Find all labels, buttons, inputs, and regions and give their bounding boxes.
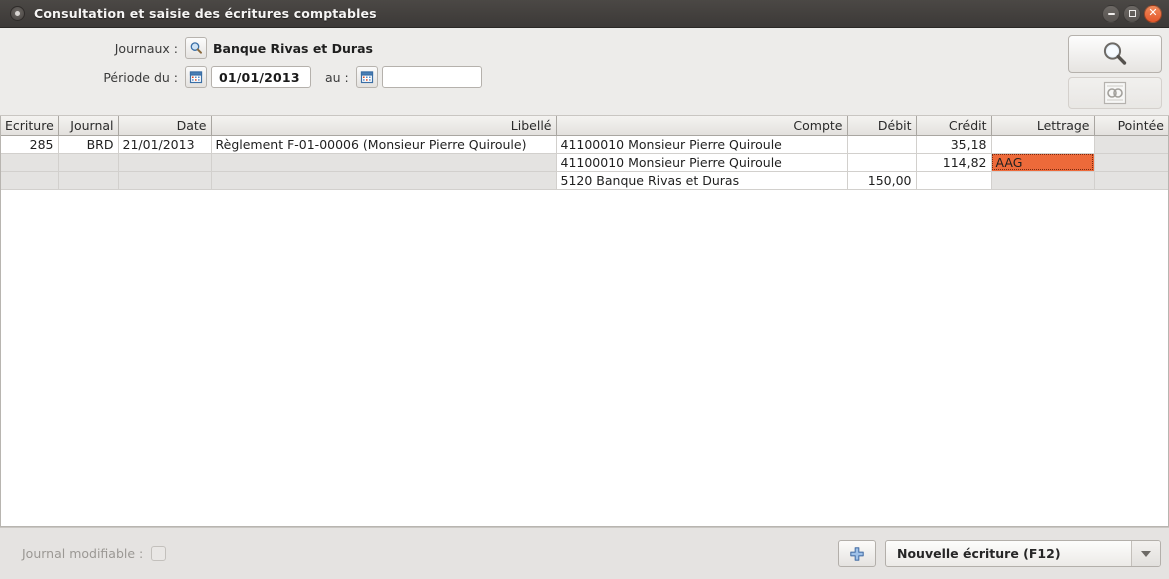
entries-table-container: Ecriture Journal Date Libellé Compte Déb…	[0, 116, 1169, 527]
column-header-credit[interactable]: Crédit	[916, 116, 992, 136]
cell-journal[interactable]: BRD	[58, 135, 119, 154]
column-header-lettrage[interactable]: Lettrage	[991, 116, 1095, 136]
cell-libelle[interactable]	[211, 171, 557, 190]
cell-lettrage[interactable]	[991, 135, 1095, 154]
close-button[interactable]: ✕	[1144, 4, 1162, 23]
calendar-icon	[360, 71, 373, 84]
cell-credit[interactable]: 35,18	[916, 135, 992, 154]
report-button	[1068, 77, 1162, 109]
new-entry-split-button[interactable]: Nouvelle écriture (F12)	[885, 540, 1161, 567]
cell-journal[interactable]	[58, 153, 119, 172]
cell-credit[interactable]: 114,82	[916, 153, 992, 172]
title-bar[interactable]: Consultation et saisie des écritures com…	[0, 0, 1169, 28]
window-title: Consultation et saisie des écritures com…	[34, 6, 377, 21]
journal-modifiable-label: Journal modifiable :	[22, 546, 144, 561]
cell-ecriture[interactable]	[1, 153, 59, 172]
column-header-compte[interactable]: Compte	[556, 116, 848, 136]
column-header-pointee[interactable]: Pointée	[1094, 116, 1168, 136]
application-window: Consultation et saisie des écritures com…	[0, 0, 1169, 579]
cell-date[interactable]: 21/01/2013	[118, 135, 212, 154]
cell-ecriture[interactable]	[1, 171, 59, 190]
table-row[interactable]: 285 BRD 21/01/2013 Règlement F-01-00006 …	[1, 135, 1168, 154]
cell-date[interactable]	[118, 171, 212, 190]
cell-ecriture[interactable]: 285	[1, 135, 59, 154]
date-to-calendar-button[interactable]	[355, 66, 378, 88]
date-to-input[interactable]	[381, 66, 482, 88]
header-row: Ecriture Journal Date Libellé Compte Déb…	[1, 116, 1168, 136]
cell-pointee[interactable]	[1094, 171, 1168, 190]
cell-libelle[interactable]	[211, 153, 557, 172]
cell-journal[interactable]	[58, 171, 119, 190]
column-header-libelle[interactable]: Libellé	[211, 116, 557, 136]
cell-compte[interactable]: 5120 Banque Rivas et Duras	[556, 171, 848, 190]
report-icon	[1103, 81, 1127, 105]
table-body: 285 BRD 21/01/2013 Règlement F-01-00006 …	[1, 135, 1168, 190]
journal-modifiable-checkbox[interactable]	[151, 546, 167, 561]
table-header: Ecriture Journal Date Libellé Compte Déb…	[1, 116, 1168, 136]
au-label: au :	[325, 69, 349, 85]
cell-pointee[interactable]	[1094, 153, 1168, 172]
maximize-button[interactable]	[1123, 4, 1141, 23]
cell-compte[interactable]: 41100010 Monsieur Pierre Quiroule	[556, 153, 848, 172]
search-icon	[190, 42, 202, 54]
cell-pointee[interactable]	[1094, 135, 1168, 154]
window-controls: ✕	[1102, 0, 1162, 27]
window-menu-icon[interactable]	[10, 6, 25, 21]
column-header-journal[interactable]: Journal	[58, 116, 119, 136]
cell-compte[interactable]: 41100010 Monsieur Pierre Quiroule	[556, 135, 848, 154]
cell-credit[interactable]	[916, 171, 992, 190]
entries-table: Ecriture Journal Date Libellé Compte Déb…	[1, 116, 1168, 190]
search-button[interactable]	[1068, 35, 1162, 73]
journaux-row: Journaux : Banque Rivas et Duras	[0, 37, 373, 59]
cell-debit[interactable]	[847, 135, 917, 154]
new-entry-button[interactable]: Nouvelle écriture (F12)	[886, 541, 1131, 566]
cell-debit[interactable]: 150,00	[847, 171, 917, 190]
periode-label: Période du :	[103, 69, 178, 85]
date-from-calendar-button[interactable]	[185, 66, 207, 88]
table-row[interactable]: 5120 Banque Rivas et Duras 150,00	[1, 171, 1168, 190]
periode-row: Période du : 01/01/2013 au :	[0, 66, 482, 88]
journaux-picker-button[interactable]	[185, 37, 207, 59]
filter-panel: Journaux : Banque Rivas et Duras Période…	[0, 28, 1169, 116]
cell-lettrage[interactable]	[991, 171, 1095, 190]
table-row[interactable]: 41100010 Monsieur Pierre Quiroule 114,82…	[1, 153, 1168, 172]
cell-lettrage-selected[interactable]: AAG	[991, 153, 1095, 172]
date-from-input[interactable]: 01/01/2013	[211, 66, 311, 88]
column-header-debit[interactable]: Débit	[847, 116, 917, 136]
new-entry-dropdown-button[interactable]	[1131, 541, 1160, 566]
cell-date[interactable]	[118, 153, 212, 172]
add-entry-button[interactable]	[838, 540, 876, 567]
journaux-label: Journaux :	[114, 40, 178, 56]
journaux-value: Banque Rivas et Duras	[213, 40, 373, 56]
cell-debit[interactable]	[847, 153, 917, 172]
magnifier-icon	[1103, 42, 1127, 65]
plus-icon	[850, 546, 864, 561]
column-header-date[interactable]: Date	[118, 116, 212, 136]
calendar-icon	[189, 71, 203, 84]
column-header-ecriture[interactable]: Ecriture	[1, 116, 59, 136]
footer-actions: Nouvelle écriture (F12)	[838, 540, 1161, 567]
cell-libelle[interactable]: Règlement F-01-00006 (Monsieur Pierre Qu…	[211, 135, 557, 154]
minimize-button[interactable]	[1102, 4, 1120, 23]
chevron-down-icon	[1141, 550, 1151, 557]
footer-bar: Journal modifiable : Nouvelle écriture (…	[0, 527, 1169, 579]
